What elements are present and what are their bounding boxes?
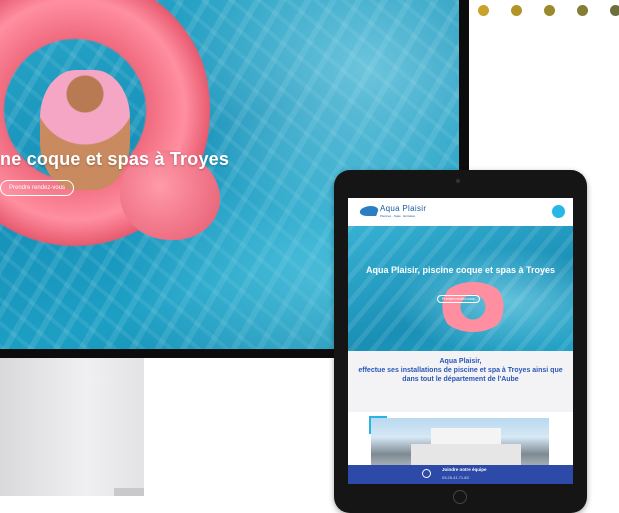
- tablet-intro: Aqua Plaisir, effectue ses installations…: [348, 351, 573, 412]
- contact-phone: 03.25.41.71.83: [442, 475, 469, 480]
- menu-icon[interactable]: [552, 205, 565, 218]
- monitor-stand: [0, 358, 144, 496]
- tablet-camera: [456, 179, 460, 183]
- dot-2: [511, 5, 522, 16]
- dot-1: [478, 5, 489, 16]
- desktop-appointment-button[interactable]: Prendre rendez-vous: [0, 180, 75, 196]
- wave-logo-icon: [358, 206, 380, 216]
- phone-icon: [422, 469, 431, 478]
- dot-4: [577, 5, 588, 16]
- tablet-hero-title: Aqua Plaisir, piscine coque et spas à Tr…: [365, 265, 556, 275]
- tablet-screen: Aqua Plaisir Piscines · Spas · Entretien…: [348, 198, 573, 484]
- desktop-hero-title: ne coque et spas à Troyes: [0, 149, 230, 169]
- dot-3: [544, 5, 555, 16]
- tablet-home-button: [453, 490, 467, 504]
- tablet-intro-title: Aqua Plaisir, effectue ses installations…: [358, 358, 563, 383]
- child-image: [40, 70, 130, 190]
- tablet-contact-bar[interactable]: Joindre notre équipe 03.25.41.71.83: [348, 465, 573, 484]
- tablet-appointment-button[interactable]: Prendre rendez-vous: [437, 295, 480, 303]
- tablet-logo[interactable]: Aqua Plaisir: [380, 204, 426, 213]
- house-body: [411, 444, 521, 466]
- monitor-base: [114, 488, 144, 496]
- tablet-logo-tagline: Piscines · Spas · Entretien: [380, 214, 416, 218]
- decorative-dots: [478, 5, 619, 16]
- dot-5: [610, 5, 619, 16]
- tablet-header: Aqua Plaisir Piscines · Spas · Entretien: [348, 198, 573, 226]
- tablet-hero: Aqua Plaisir, piscine coque et spas à Tr…: [348, 226, 573, 351]
- tablet-float-image: [438, 282, 508, 332]
- contact-label: Joindre notre équipe: [442, 467, 487, 472]
- tablet-device: Aqua Plaisir Piscines · Spas · Entretien…: [334, 170, 587, 513]
- house-photo: [371, 418, 549, 466]
